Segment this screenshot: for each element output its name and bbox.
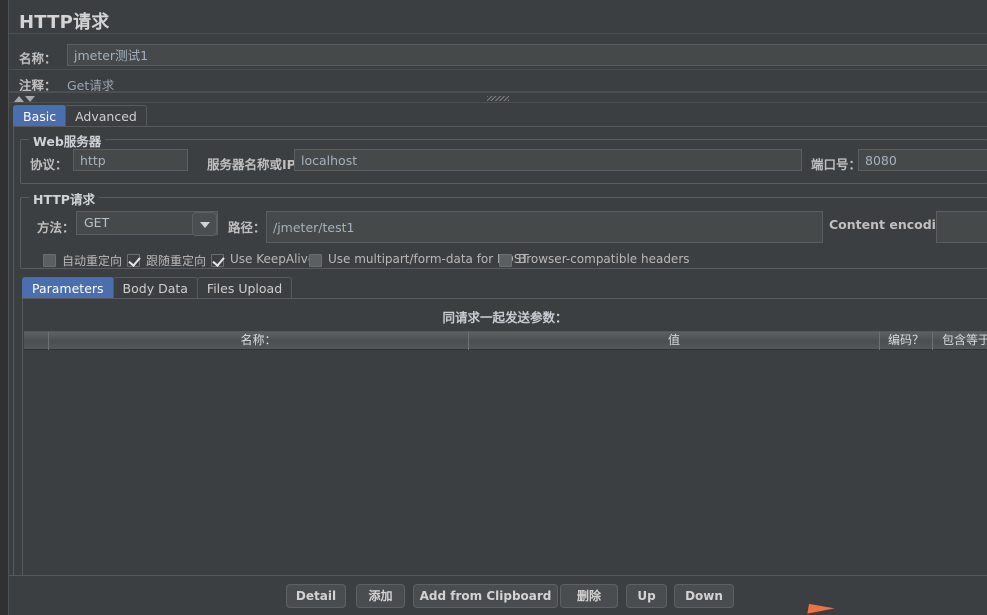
parameters-tab-bar: Parameters Body Data Files Upload — [22, 277, 293, 299]
panel-titlebar: HTTP请求 — [9, 4, 987, 34]
http-request-group: HTTP请求 方法： GET 路径： /jmeter/test1 Content… — [20, 189, 987, 269]
tab-files-upload[interactable]: Files Upload — [196, 277, 293, 299]
path-input[interactable]: /jmeter/test1 — [266, 211, 823, 243]
server-name-input[interactable]: localhost — [294, 149, 802, 171]
checkbox-box-icon[interactable] — [211, 254, 224, 267]
method-select-value: GET — [84, 215, 110, 230]
panel-splitter[interactable] — [9, 92, 987, 103]
checkbox-box-icon[interactable] — [43, 254, 56, 267]
checkbox-box-icon[interactable] — [127, 254, 140, 267]
path-label: 路径： — [228, 220, 266, 235]
tab-advanced[interactable]: Advanced — [65, 105, 147, 127]
http-request-group-title: HTTP请求 — [29, 189, 99, 208]
main-tab-bar: Basic Advanced — [13, 105, 147, 127]
checkbox-label: Use KeepAlive — [230, 252, 316, 266]
table-col-encode[interactable]: 编码？ — [880, 332, 933, 350]
port-label: 端口号： — [811, 157, 862, 172]
parameters-table-header: 名称： 值 编码？ 包含等于？ — [24, 332, 987, 350]
parameters-table-body[interactable] — [24, 350, 987, 575]
splitter-collapse-down-icon[interactable] — [25, 96, 35, 102]
checkbox-label: 跟随重定向 — [146, 254, 207, 268]
content-encoding-input[interactable] — [936, 211, 987, 243]
name-input[interactable]: jmeter测试1 — [67, 44, 987, 66]
method-label: 方法： — [37, 220, 75, 235]
name-row-divider — [9, 69, 987, 70]
web-server-group: Web服务器 协议： http 服务器名称或IP： localhost 端口号：… — [20, 131, 987, 184]
parameters-caption: 同请求一起发送参数： — [442, 310, 568, 325]
chevron-down-icon[interactable] — [192, 212, 217, 236]
parameters-panel: 同请求一起发送参数： 名称： 值 编码？ 包含等于？ — [22, 298, 987, 575]
detail-button[interactable]: Detail — [286, 584, 346, 608]
add-button[interactable]: 添加 — [356, 584, 405, 608]
tab-body-data[interactable]: Body Data — [112, 277, 198, 299]
table-col-include-equals[interactable]: 包含等于？ — [933, 332, 987, 350]
window-left-edge — [0, 0, 8, 615]
down-button[interactable]: Down — [674, 584, 734, 608]
up-button[interactable]: Up — [626, 584, 667, 608]
checkbox-box-icon[interactable] — [499, 254, 512, 267]
protocol-input[interactable]: http — [73, 149, 188, 171]
delete-button[interactable]: 删除 — [560, 584, 618, 608]
basic-tab-panel: Web服务器 协议： http 服务器名称或IP： localhost 端口号：… — [13, 126, 987, 575]
parameters-button-bar: Detail 添加 Add from Clipboard 删除 Up Down — [9, 575, 987, 615]
tab-parameters[interactable]: Parameters — [22, 277, 114, 299]
splitter-grip-icon[interactable] — [487, 96, 509, 101]
add-from-clipboard-button[interactable]: Add from Clipboard — [413, 584, 558, 608]
checkbox-label: Browser-compatible headers — [518, 252, 690, 266]
splitter-collapse-up-icon[interactable] — [14, 96, 24, 102]
table-col-handle[interactable] — [24, 332, 49, 350]
jmeter-http-request-window: HTTP请求 名称： jmeter测试1 注释： Get请求 Basic Adv… — [0, 0, 987, 615]
name-label: 名称： — [19, 51, 57, 66]
table-col-value[interactable]: 值 — [469, 332, 880, 350]
tab-basic[interactable]: Basic — [13, 105, 67, 127]
method-select[interactable]: GET — [76, 211, 218, 236]
checkbox-label: 自动重定向 — [62, 254, 123, 268]
parameters-table[interactable]: 名称： 值 编码？ 包含等于？ — [24, 331, 987, 575]
web-server-group-title: Web服务器 — [29, 131, 106, 150]
port-input[interactable]: 8080 — [858, 149, 987, 171]
checkbox-box-icon[interactable] — [309, 254, 322, 267]
table-col-name[interactable]: 名称： — [49, 332, 469, 350]
protocol-label: 协议： — [30, 157, 68, 172]
page-title: HTTP请求 — [19, 12, 110, 33]
